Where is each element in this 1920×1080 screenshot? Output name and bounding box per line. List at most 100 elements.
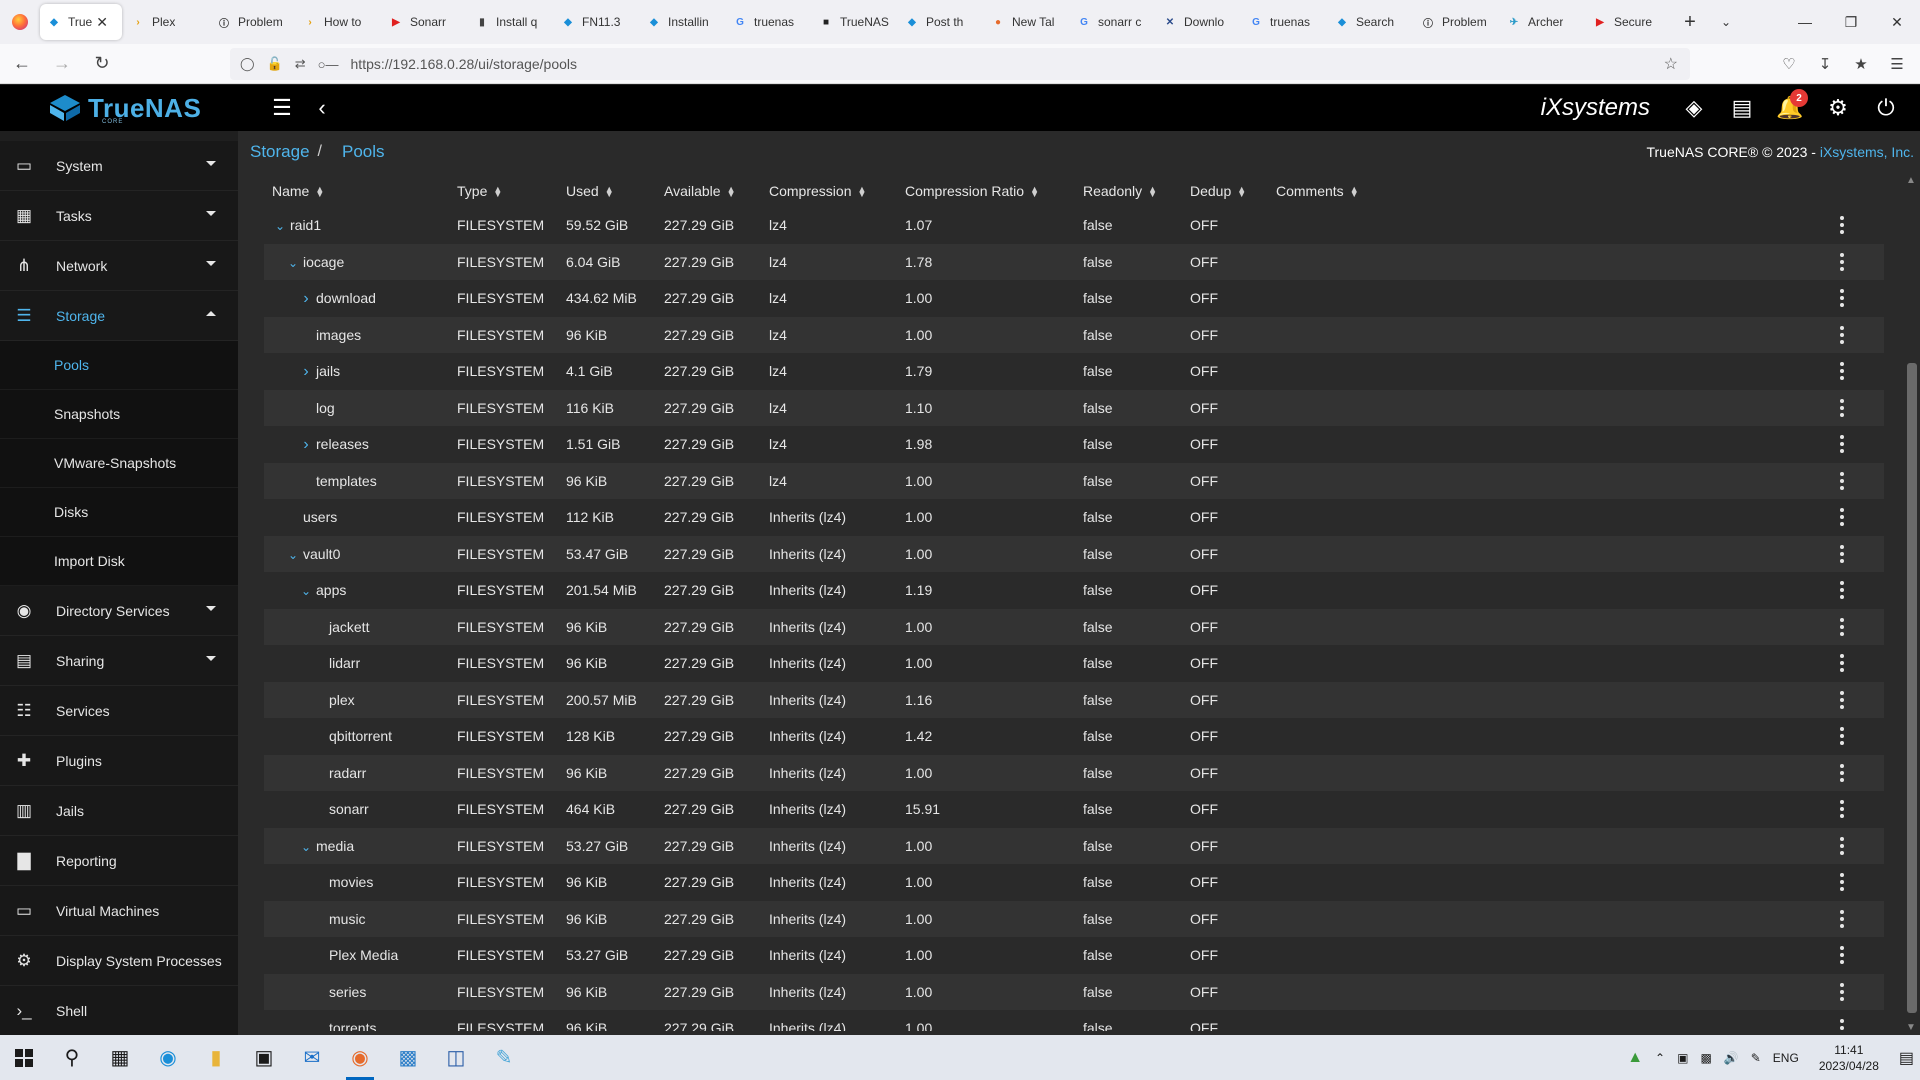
scroll-up-icon[interactable]: ▲ <box>1906 175 1916 186</box>
more-options-icon[interactable] <box>1832 213 1852 237</box>
sidebar-subitem-import-disk[interactable]: Import Disk <box>0 537 238 586</box>
breadcrumb-pools[interactable]: Pools <box>342 142 385 162</box>
more-options-icon[interactable] <box>1832 615 1852 639</box>
more-options-icon[interactable] <box>1832 542 1852 566</box>
column-header-available[interactable]: Available ▲ ▼ <box>664 183 735 199</box>
column-header-ratio[interactable]: Compression Ratio ▲ ▼ <box>905 183 1039 199</box>
language-indicator[interactable]: ENG <box>1773 1051 1799 1065</box>
tray-expand-icon[interactable]: ⌃ <box>1655 1051 1665 1065</box>
new-tab-button[interactable]: + <box>1672 4 1708 40</box>
sidebar-item-network[interactable]: ⋔ Network <box>0 241 238 291</box>
table-row[interactable]: ⌄ media FILESYSTEM 53.27 GiB 227.29 GiB Inher… <box>264 827 1884 864</box>
close-tab-icon[interactable]: ✕ <box>96 14 108 31</box>
browser-tab[interactable]: ◆ Search <box>1328 4 1412 40</box>
ixsystems-logo[interactable]: iXsystems <box>1541 94 1650 122</box>
shield-icon[interactable]: ◯ <box>240 56 255 72</box>
more-options-icon[interactable] <box>1832 396 1852 420</box>
browser-tab[interactable]: Gsonarr c <box>1070 4 1154 40</box>
back-icon[interactable]: ← <box>4 48 40 80</box>
table-row[interactable]: templates FILESYSTEM 96 KiB 227.29 GiB lz4 1.… <box>264 462 1884 499</box>
sidebar-item-services[interactable]: ☷ Services <box>0 686 238 736</box>
chevron-right-icon[interactable]: › <box>298 436 314 454</box>
settings-gear-icon[interactable]: ⚙ <box>1814 85 1862 131</box>
browser-tab[interactable]: ◆ True ✕ <box>40 4 122 40</box>
sort-icon[interactable]: ▲ ▼ <box>1148 185 1157 199</box>
chevron-down-icon[interactable]: ⌄ <box>298 584 314 598</box>
table-row[interactable]: ⌄ raid1 FILESYSTEM 59.52 GiB 227.29 GiB lz4 1.… <box>264 207 1884 244</box>
sidebar-item-virtual-machines[interactable]: ▭ Virtual Machines <box>0 886 238 936</box>
sort-icon[interactable]: ▲ ▼ <box>315 185 324 199</box>
sort-icon[interactable]: ▲ ▼ <box>1237 185 1246 199</box>
browser-tab[interactable]: ■ TrueNAS <box>812 4 896 40</box>
browser-tab[interactable]: ◆ FN11.3 <box>554 4 638 40</box>
minimize-icon[interactable]: — <box>1782 0 1828 44</box>
bookmark-star-icon[interactable]: ☆ <box>1664 54 1678 74</box>
volume-icon[interactable]: 🔊 <box>1724 1051 1739 1065</box>
column-header-name[interactable]: Name ▲ ▼ <box>272 183 324 199</box>
pocket-icon[interactable]: ♡ <box>1774 48 1804 80</box>
more-options-icon[interactable] <box>1832 323 1852 347</box>
sort-icon[interactable]: ▲ ▼ <box>493 185 502 199</box>
truenas-logo[interactable]: TrueNAS CORE <box>0 85 238 131</box>
more-options-icon[interactable] <box>1832 980 1852 1004</box>
sidebar-subitem-vmware-snapshots[interactable]: VMware-Snapshots <box>0 439 238 488</box>
table-row[interactable]: ⌄ apps FILESYSTEM 201.54 MiB 227.29 GiB Inher… <box>264 572 1884 609</box>
more-options-icon[interactable] <box>1832 286 1852 310</box>
table-row[interactable]: movies FILESYSTEM 96 KiB 227.29 GiB Inherits… <box>264 864 1884 901</box>
column-header-comments[interactable]: Comments ▲ ▼ <box>1276 183 1359 199</box>
remote-desktop-icon[interactable]: ◫ <box>432 1035 480 1080</box>
search-icon[interactable]: ⚲ <box>48 1035 96 1080</box>
more-options-icon[interactable] <box>1832 724 1852 748</box>
sidebar-item-sharing[interactable]: ▤ Sharing <box>0 636 238 686</box>
more-options-icon[interactable] <box>1832 578 1852 602</box>
more-options-icon[interactable] <box>1832 907 1852 931</box>
more-options-icon[interactable] <box>1832 359 1852 383</box>
more-options-icon[interactable] <box>1832 505 1852 529</box>
sidebar-item-display-system-processes[interactable]: ⚙ Display System Processes <box>0 936 238 986</box>
firefox-menu-icon[interactable] <box>0 0 40 44</box>
url-text[interactable]: https://192.168.0.28/ui/storage/pools <box>351 56 578 72</box>
table-row[interactable]: music FILESYSTEM 96 KiB 227.29 GiB Inherits … <box>264 900 1884 937</box>
table-row[interactable]: › releases FILESYSTEM 1.51 GiB 227.29 GiB lz4… <box>264 426 1884 463</box>
browser-tab[interactable]: ✈ Archer <box>1500 4 1584 40</box>
pen-icon[interactable]: ✎ <box>1751 1051 1761 1065</box>
tray-network-icon[interactable]: ▩ <box>1700 1051 1711 1065</box>
more-options-icon[interactable] <box>1832 1016 1852 1031</box>
browser-tab[interactable]: ◆ Installin <box>640 4 724 40</box>
browser-tab[interactable]: ⓘ Problem <box>210 4 294 40</box>
browser-tab[interactable]: ● New Tal <box>984 4 1068 40</box>
chevron-down-icon[interactable]: ⌄ <box>272 219 288 233</box>
chevron-right-icon[interactable]: › <box>298 363 314 381</box>
file-explorer-icon[interactable]: ▮ <box>192 1035 240 1080</box>
chevron-right-icon[interactable]: › <box>298 290 314 308</box>
sidebar-item-storage[interactable]: ☰ Storage <box>0 291 238 341</box>
power-icon[interactable]: ⏻ <box>1862 85 1910 131</box>
browser-tab[interactable]: › Plex <box>124 4 208 40</box>
browser-tab[interactable]: › How to <box>296 4 380 40</box>
sidebar-item-jails[interactable]: ▥ Jails <box>0 786 238 836</box>
table-row[interactable]: › download FILESYSTEM 434.62 MiB 227.29 GiB l… <box>264 280 1884 317</box>
permissions-icon[interactable]: ⇄ <box>295 56 306 72</box>
table-row[interactable]: users FILESYSTEM 112 KiB 227.29 GiB Inherits… <box>264 499 1884 536</box>
table-row[interactable]: plex FILESYSTEM 200.57 MiB 227.29 GiB Inheri… <box>264 681 1884 718</box>
close-window-icon[interactable]: ✕ <box>1874 0 1920 44</box>
reload-icon[interactable]: ↻ <box>84 48 120 80</box>
notepad-icon[interactable]: ✎ <box>480 1035 528 1080</box>
table-row[interactable]: lidarr FILESYSTEM 96 KiB 227.29 GiB Inherits… <box>264 645 1884 682</box>
column-header-used[interactable]: Used ▲ ▼ <box>566 183 614 199</box>
table-row[interactable]: ⌄ vault0 FILESYSTEM 53.47 GiB 227.29 GiB Inhe… <box>264 535 1884 572</box>
table-row[interactable]: log FILESYSTEM 116 KiB 227.29 GiB lz4 1.10 fal… <box>264 389 1884 426</box>
calculator-app-icon[interactable]: ▩ <box>384 1035 432 1080</box>
sidebar-item-directory-services[interactable]: ◉ Directory Services <box>0 586 238 636</box>
sort-icon[interactable]: ▲ ▼ <box>857 185 866 199</box>
sidebar-item-system[interactable]: ▭ System <box>0 141 238 191</box>
truecommand-icon[interactable]: ◈ <box>1670 85 1718 131</box>
column-header-type[interactable]: Type ▲ ▼ <box>457 183 502 199</box>
chevron-down-icon[interactable]: ⌄ <box>285 548 301 562</box>
chevron-down-icon[interactable]: ⌄ <box>285 256 301 270</box>
column-header-readonly[interactable]: Readonly ▲ ▼ <box>1083 183 1157 199</box>
table-row[interactable]: Plex Media FILESYSTEM 53.27 GiB 227.29 GiB I… <box>264 937 1884 974</box>
more-options-icon[interactable] <box>1832 870 1852 894</box>
table-row[interactable]: ⌄ iocage FILESYSTEM 6.04 GiB 227.29 GiB lz4 1.… <box>264 243 1884 280</box>
table-row[interactable]: series FILESYSTEM 96 KiB 227.29 GiB Inherits… <box>264 973 1884 1010</box>
